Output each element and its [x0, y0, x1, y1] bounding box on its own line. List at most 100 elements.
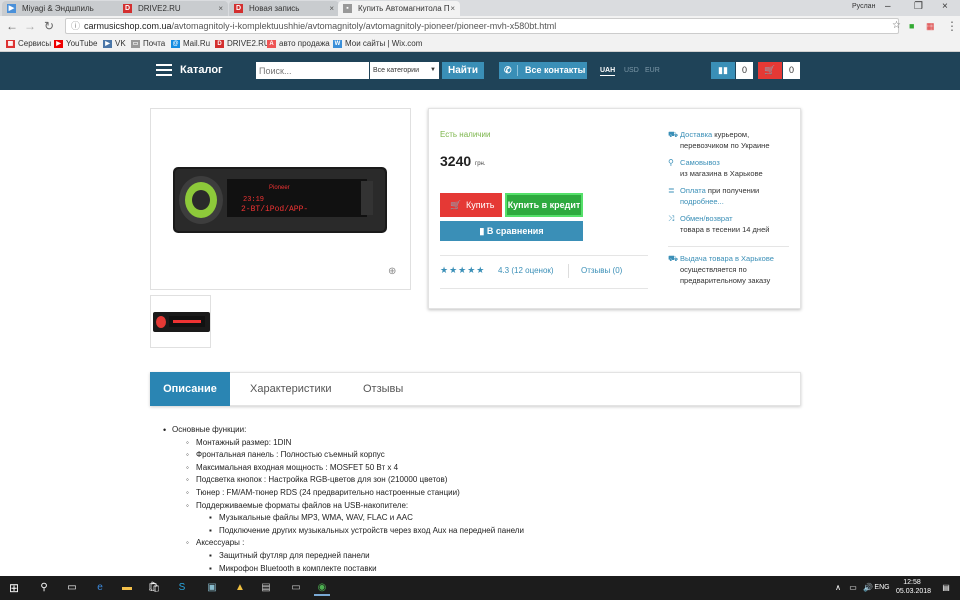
payment-more-link[interactable]: подробнее...	[680, 197, 724, 206]
exchange-link[interactable]: Обмен/возврат	[680, 214, 733, 223]
close-window-icon[interactable]: ×	[942, 0, 948, 14]
buy-button[interactable]: 🛒 Купить	[440, 193, 502, 217]
bookmark-item[interactable]: ▭ Почта	[131, 38, 165, 50]
reload-icon[interactable]: ↻	[44, 18, 54, 34]
browser-tab-active[interactable]: ▪ Купить Автомагнитола П ×	[338, 1, 460, 16]
category-select[interactable]: Все категории ▼	[370, 62, 439, 79]
bookmark-item[interactable]: D DRIVE2.RU	[215, 38, 270, 50]
extension-icon[interactable]: ■	[909, 18, 914, 34]
info-icon[interactable]: ⓘ	[71, 19, 80, 33]
close-icon[interactable]: ×	[329, 1, 334, 16]
profile-name[interactable]: Руслан	[852, 0, 875, 14]
list-item: Основные функции:	[160, 424, 800, 437]
app-icon[interactable]: ▲	[232, 580, 248, 596]
payment-link[interactable]: Оплата	[680, 186, 706, 195]
browser-tab[interactable]: D Новая запись ×	[229, 1, 339, 16]
drive2-icon: D	[215, 40, 224, 48]
bookmark-item[interactable]: W Мои сайты | Wix.com	[333, 38, 422, 50]
search-input[interactable]	[256, 62, 369, 79]
exchange-text: товара в тесении 14 дней	[680, 225, 770, 234]
bookmark-item[interactable]: @ Mail.Ru	[171, 38, 210, 50]
app-icon[interactable]: ▤	[258, 580, 274, 596]
taskbar-clock[interactable]: 12:58 05.03.2018	[896, 578, 932, 596]
currency-usd[interactable]: USD	[624, 67, 639, 74]
menu-icon[interactable]: ⋮	[946, 18, 958, 34]
skype-icon[interactable]: S	[174, 580, 190, 596]
kharkiv-link[interactable]: Выдача товара в Харькове	[680, 254, 774, 263]
drive2-icon: D	[123, 4, 132, 13]
bookmark-label: Мои сайты | Wix.com	[345, 39, 423, 48]
edge-icon[interactable]: e	[92, 580, 108, 596]
url-input[interactable]: ⓘ carmusicshop.com.ua/avtomagnitoly-i-ko…	[65, 18, 899, 34]
hamburger-icon[interactable]	[156, 64, 172, 77]
pickup-info: ⚲ Самовывоз из магазина в Харькове	[668, 157, 793, 179]
back-icon[interactable]: ←	[6, 18, 18, 34]
divider	[440, 288, 648, 289]
cart-icon: 🛒	[758, 62, 782, 79]
chrome-icon[interactable]: ◉	[314, 580, 330, 596]
phone-icon: ✆	[504, 65, 512, 75]
divider	[517, 65, 518, 76]
list-item: Тюнер : FM/AM-тюнер RDS (24 предваритель…	[160, 487, 800, 500]
page-icon: ▪	[343, 4, 352, 13]
pickup-link[interactable]: Самовывоз	[680, 158, 720, 167]
close-icon[interactable]: ×	[450, 1, 455, 16]
tab-description[interactable]: Описание	[150, 372, 230, 406]
app-icon[interactable]: ▣	[204, 580, 220, 596]
browser-tab[interactable]: ▶ Miyagi & Эндшпиль ×	[2, 1, 130, 16]
bookmark-item[interactable]: ▶ YouTube	[54, 38, 97, 50]
close-icon[interactable]: ×	[218, 1, 223, 16]
compare-label: В сравнения	[486, 226, 544, 236]
browser-tab[interactable]: D DRIVE2.RU ×	[118, 1, 228, 16]
product-thumbnail[interactable]	[150, 295, 211, 348]
minimize-icon[interactable]: –	[885, 0, 891, 14]
reviews-link[interactable]: Отзывы (0)	[581, 266, 622, 275]
url-path: /avtomagnitoly-i-komplektuushhie/avtomag…	[171, 21, 557, 31]
add-compare-button[interactable]: ▮ В сравнения	[440, 221, 583, 241]
language-indicator[interactable]: ENG	[872, 580, 892, 596]
payment-info: ≣ Оплата при получении подробнее...	[668, 185, 793, 207]
url-domain: carmusicshop.com.ua	[84, 21, 172, 31]
svg-text:Pioneer: Pioneer	[269, 185, 290, 191]
search-icon[interactable]: ⚲	[36, 580, 52, 596]
chevron-up-icon[interactable]: ∧	[830, 580, 846, 596]
zoom-icon[interactable]: ⊕	[388, 266, 396, 277]
notification-icon[interactable]: ▤	[938, 580, 954, 596]
contacts-button[interactable]: ✆ Все контакты	[499, 62, 587, 79]
clock-date: 05.03.2018	[896, 588, 932, 595]
tab-reviews[interactable]: Отзывы	[363, 372, 403, 406]
search-button[interactable]: Найти	[442, 62, 484, 79]
bookmark-item[interactable]: Aавто продажа	[267, 38, 330, 50]
currency-eur[interactable]: EUR	[645, 67, 660, 74]
star-icon[interactable]: ☆	[892, 18, 901, 34]
bookmark-item[interactable]: ▶ VK	[103, 38, 126, 50]
delivery-link[interactable]: Доставка	[680, 130, 712, 139]
rating-stars[interactable]: ★★★★★	[440, 265, 485, 276]
product-image-box[interactable]: Pioneer 23:19 2-BT/iPod/APP-	[150, 108, 411, 290]
task-view-icon[interactable]: ▭	[64, 580, 80, 596]
truck-icon: ⛟	[668, 254, 679, 263]
delivery-info: ⛟ Доставка курьером, перевозчиком по Укр…	[668, 129, 793, 151]
app-icon[interactable]: ▭	[288, 580, 304, 596]
forward-icon[interactable]: →	[24, 18, 36, 34]
buy-label: Купить	[466, 200, 495, 210]
explorer-icon[interactable]: ▬	[119, 580, 135, 596]
extension-icon[interactable]: ▦	[926, 18, 935, 34]
bar-chart-icon: ▮▮	[711, 62, 735, 79]
catalog-link[interactable]: Каталог	[180, 64, 223, 76]
currency-uah[interactable]: UAH	[600, 67, 616, 76]
bookmark-label: авто продажа	[279, 39, 330, 48]
network-icon[interactable]: ▭	[845, 580, 861, 596]
store-icon[interactable]: 🛍	[146, 580, 162, 596]
bookmark-item[interactable]: ▦ Сервисы	[6, 38, 51, 50]
product-image: Pioneer 23:19 2-BT/iPod/APP-	[173, 167, 387, 233]
tab-title: Miyagi & Эндшпиль	[22, 4, 94, 13]
buy-credit-button[interactable]: Купить в кредит	[505, 193, 583, 217]
bookmark-label: YouTube	[66, 39, 98, 48]
media-icon: ▶	[7, 4, 16, 13]
svg-text:23:19: 23:19	[243, 196, 264, 204]
maximize-icon[interactable]: ❐	[914, 0, 923, 14]
tab-specs[interactable]: Характеристики	[250, 372, 332, 406]
windows-start-icon[interactable]: ⊞	[6, 580, 22, 596]
rating-text[interactable]: 4.3 (12 оценок)	[498, 266, 554, 275]
